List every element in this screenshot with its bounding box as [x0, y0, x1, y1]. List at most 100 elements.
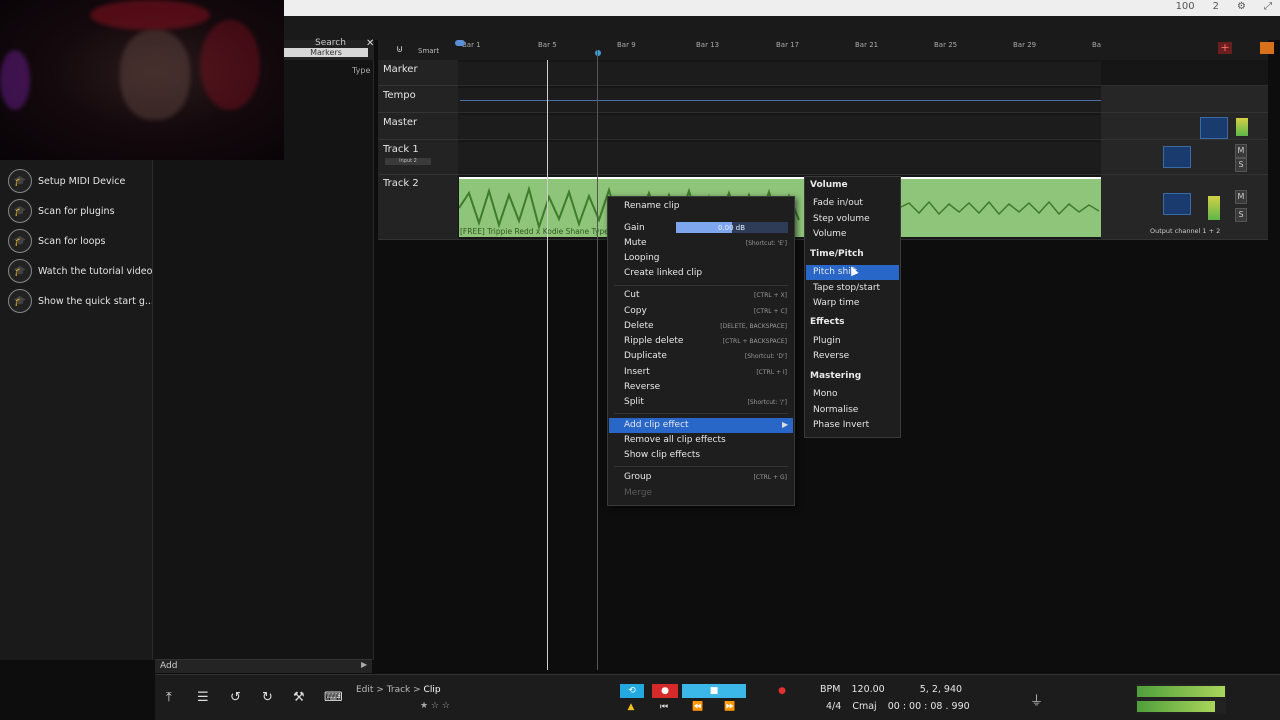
add-track-icon[interactable]: + — [1218, 42, 1232, 54]
level-bar-left — [1137, 686, 1225, 697]
shortcut: [CTRL + C] — [753, 308, 787, 315]
submenu-volume[interactable]: Volume — [813, 229, 846, 239]
menu-group[interactable]: Group — [624, 472, 651, 482]
submenu-reverse[interactable]: Reverse — [813, 351, 849, 361]
settings-icon[interactable]: ⚙ — [1237, 1, 1246, 12]
menu-gain[interactable]: Gain — [624, 223, 645, 233]
qs-label: Scan for loops — [38, 235, 106, 247]
menu-remove-clip-effects[interactable]: Remove all clip effects — [624, 435, 726, 445]
notification-count[interactable]: 2 — [1213, 1, 1219, 12]
menu-create-linked-clip[interactable]: Create linked clip — [624, 268, 702, 278]
qs-scan-plugins[interactable]: 🎓 Scan for plugins — [8, 199, 115, 223]
menu-mute[interactable]: Mute — [624, 238, 647, 248]
key-signature[interactable]: Cmaj — [852, 701, 876, 712]
timesig-display[interactable]: 4/4 Cmaj 00 : 00 : 08 . 990 — [826, 701, 970, 712]
menu-insert[interactable]: Insert — [624, 367, 650, 377]
snap-mode-label[interactable]: Smart — [418, 47, 439, 55]
chevron-right-icon[interactable]: ▶ — [361, 660, 367, 669]
menu-duplicate[interactable]: Duplicate — [624, 351, 667, 361]
magnet-icon[interactable]: ⊍ — [396, 44, 403, 55]
menu-reverse[interactable]: Reverse — [624, 382, 660, 392]
menu-separator — [614, 413, 788, 414]
mute-button[interactable]: M — [1235, 144, 1247, 158]
qs-quick-start[interactable]: 🎓 Show the quick start g... — [8, 289, 154, 313]
bpm-value[interactable]: 120.00 — [851, 684, 884, 695]
time-value[interactable]: 00 : 00 : 08 . 990 — [888, 701, 970, 712]
bar-label: Bar 21 — [855, 41, 879, 49]
menu-cut[interactable]: Cut — [624, 290, 640, 300]
submenu-step-volume[interactable]: Step volume — [813, 214, 870, 224]
master-fader[interactable] — [1200, 117, 1228, 139]
submenu-tape-stop[interactable]: Tape stop/start — [813, 283, 880, 293]
track2-meter — [1208, 196, 1220, 220]
wrench-icon[interactable]: ⚒ — [293, 690, 305, 705]
output-selector[interactable]: Output channel 1 + 2 — [1150, 227, 1220, 235]
rewind-icon[interactable]: ⏪ — [690, 700, 706, 714]
track1-lane[interactable] — [458, 142, 1101, 174]
fullscreen-icon[interactable]: ⤢ — [1264, 1, 1272, 12]
rewind-start-icon[interactable]: ⏮ — [656, 700, 672, 714]
master-lane[interactable] — [458, 115, 1101, 139]
menu-add-clip-effect[interactable]: Add clip effect — [624, 420, 689, 430]
track-name: Track 1 — [383, 144, 419, 155]
qs-tutorial[interactable]: 🎓 Watch the tutorial video — [8, 259, 152, 283]
add-bar[interactable] — [155, 659, 372, 673]
menu-icon[interactable]: ☰ — [197, 690, 209, 705]
solo-button[interactable]: S — [1235, 158, 1247, 172]
loop-button[interactable]: ⟲ — [620, 684, 644, 698]
playhead-handle[interactable] — [595, 50, 601, 56]
menu-separator — [614, 285, 788, 286]
zoom-indicator[interactable]: 100 — [1176, 1, 1195, 12]
play-button[interactable]: ■ — [682, 684, 746, 698]
warning-icon[interactable]: ▲ — [624, 700, 638, 714]
submenu-normalise[interactable]: Normalise — [813, 405, 858, 415]
record-mode-icon[interactable] — [1260, 42, 1274, 54]
qs-scan-loops[interactable]: 🎓 Scan for loops — [8, 229, 105, 253]
add-label[interactable]: Add — [160, 661, 177, 671]
submenu-warp-time[interactable]: Warp time — [813, 298, 859, 308]
marker-lane[interactable] — [458, 62, 1101, 85]
search-tab[interactable]: Search — [315, 38, 346, 48]
undo-icon[interactable]: ↺ — [230, 690, 241, 705]
shortcut: [Shortcut: '/'] — [747, 399, 788, 406]
close-icon[interactable]: ✕ — [366, 38, 374, 49]
fast-forward-icon[interactable]: ⏩ — [722, 700, 738, 714]
tempo-display[interactable]: BPM 120.00 5, 2, 940 — [820, 684, 962, 695]
solo-button[interactable]: S — [1235, 208, 1247, 222]
menu-show-clip-effects[interactable]: Show clip effects — [624, 450, 700, 460]
keyboard-icon[interactable]: ⌨ — [324, 690, 343, 705]
loop-start-marker[interactable] — [455, 40, 465, 46]
shortcut: [DELETE, BACKSPACE] — [720, 323, 787, 330]
gain-value: 0.00 dB — [718, 224, 746, 232]
submenu-fade[interactable]: Fade in/out — [813, 198, 863, 208]
menu-rename-clip[interactable]: Rename clip — [624, 201, 679, 211]
submenu-phase-invert[interactable]: Phase Invert — [813, 420, 869, 430]
breadcrumb-edit[interactable]: Edit — [356, 685, 373, 695]
submenu-plugin[interactable]: Plugin — [813, 336, 841, 346]
menu-split[interactable]: Split — [624, 397, 644, 407]
input-selector[interactable]: Input 2 — [385, 158, 431, 165]
redo-icon[interactable]: ↻ — [262, 690, 273, 705]
type-column-header[interactable]: Type — [352, 66, 370, 75]
position-value[interactable]: 5, 2, 940 — [920, 684, 962, 695]
export-icon[interactable]: ⤒ — [166, 690, 172, 705]
markers-tab[interactable]: Markers — [284, 48, 368, 57]
qs-setup-midi[interactable]: 🎓 Setup MIDI Device — [8, 169, 125, 193]
menu-copy[interactable]: Copy — [624, 306, 647, 316]
plug-icon[interactable]: ⏚ — [1030, 690, 1043, 709]
menu-looping[interactable]: Looping — [624, 253, 660, 263]
track2-fader[interactable] — [1163, 193, 1191, 215]
record-button[interactable]: ● — [774, 684, 790, 698]
submenu-mono[interactable]: Mono — [813, 389, 837, 399]
time-signature[interactable]: 4/4 — [826, 701, 841, 712]
menu-delete[interactable]: Delete — [624, 321, 654, 331]
star-icon[interactable]: ★ ☆ ☆ — [420, 701, 450, 711]
timeline-ruler[interactable] — [378, 40, 1268, 60]
menu-ripple-delete[interactable]: Ripple delete — [624, 336, 683, 346]
track1-fader[interactable] — [1163, 146, 1191, 168]
shortcut: [CTRL + X] — [754, 292, 787, 299]
mute-button[interactable]: M — [1235, 190, 1247, 204]
breadcrumb-clip[interactable]: Clip — [424, 685, 441, 695]
breadcrumb-track[interactable]: Track — [387, 685, 411, 695]
record-arm-button[interactable]: ● — [652, 684, 678, 698]
